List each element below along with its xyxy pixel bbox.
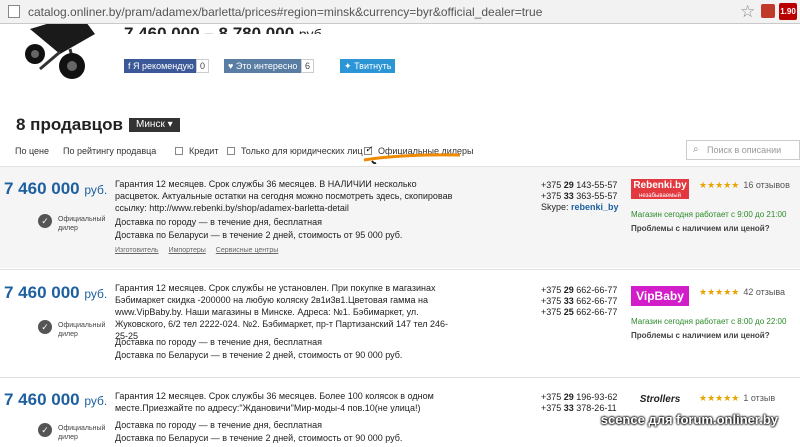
phone-number[interactable]: +375 29 196-93-62 — [541, 392, 617, 403]
phone-number[interactable]: +375 25 662-66-77 — [541, 307, 617, 318]
reviews-count[interactable]: 42 отзыва — [743, 287, 785, 297]
search-icon: ⌕ — [693, 144, 699, 155]
seller-phones: +375 29 662-66-77 +375 33 662-66-77 +375… — [541, 285, 617, 318]
seller-logo[interactable]: Rebenki.by незабываемый — [631, 179, 689, 199]
offer-price[interactable]: 7 460 000 руб. — [4, 179, 107, 199]
report-problem-link[interactable]: Проблемы с наличием или ценой? — [631, 331, 770, 340]
highlight-stroke — [363, 153, 461, 164]
official-dealer-label: Официальный дилер — [58, 425, 106, 441]
seller-phones: +375 29 196-93-62 +375 33 378-26-11 — [541, 392, 617, 414]
checkbox-legal[interactable] — [227, 147, 235, 155]
sort-by-price[interactable]: По цене — [15, 146, 49, 156]
phone-number[interactable]: +375 29 143-55-57 — [541, 180, 619, 191]
facebook-icon: f — [128, 61, 131, 71]
phone-number[interactable]: +375 33 363-55-57 — [541, 191, 619, 202]
vk-count: 6 — [301, 59, 315, 73]
store-hours: Магазин сегодня работает с 9:00 до 21:00 — [631, 210, 787, 219]
offer-description: Гарантия 12 месяцев. Срок службы не уста… — [115, 283, 449, 341]
filter-legal[interactable]: Только для юридических лиц — [227, 146, 363, 156]
twitter-icon: ✦ — [344, 61, 352, 71]
extension-badge[interactable]: 1.90 — [779, 3, 797, 20]
reviews-count[interactable]: 16 отзывов — [743, 180, 790, 190]
offer-price[interactable]: 7 460 000 руб. — [4, 390, 107, 410]
product-price-range: 7 460 000 – 8 780 000 руб. — [124, 24, 326, 34]
delivery-country: Доставка по Беларуси — в течение 2 дней,… — [115, 433, 403, 443]
sellers-title: 8 продавцов — [16, 115, 123, 134]
official-dealer-icon: ✓ — [38, 423, 52, 437]
offer-price[interactable]: 7 460 000 руб. — [4, 283, 107, 303]
seller-rating[interactable]: ★★★★★ 16 отзывов — [699, 180, 790, 191]
facebook-like-button[interactable]: f Я рекомендую — [124, 59, 198, 73]
seller-logo[interactable]: VipBaby — [631, 286, 689, 306]
phone-number[interactable]: +375 33 662-66-77 — [541, 296, 617, 307]
offer-description: Гарантия 12 месяцев. Срок службы 36 меся… — [115, 179, 453, 213]
facebook-count: 0 — [196, 59, 210, 73]
seller-phones: +375 29 143-55-57 +375 33 363-55-57 Skyp… — [541, 180, 619, 213]
url-field[interactable]: catalog.onliner.by/pram/adamex/barletta/… — [28, 5, 542, 19]
seller-logo[interactable]: Strollers — [631, 390, 689, 410]
city-selector[interactable]: Минск ▾ — [129, 118, 180, 132]
delivery-country: Доставка по Беларуси — в течение 2 дней,… — [115, 350, 403, 360]
offer-links: Изготовитель Импортеры Сервисные центры — [115, 247, 288, 254]
seller-rating[interactable]: ★★★★★ 1 отзыв — [699, 393, 775, 404]
report-problem-link[interactable]: Проблемы с наличием или ценой? — [631, 224, 770, 233]
importers-link[interactable]: Импортеры — [169, 247, 206, 254]
reviews-count[interactable]: 1 отзыв — [743, 393, 775, 403]
offer-row: 7 460 000 руб. ✓ Официальный дилер Гаран… — [0, 166, 800, 268]
description-search-input[interactable]: ⌕ Поиск в описании — [686, 140, 800, 160]
extension-icon[interactable] — [761, 4, 775, 18]
delivery-city: Доставка по городу — в течение дня, бесп… — [115, 420, 322, 430]
offer-description: Гарантия 12 месяцев. Срок службы 36 меся… — [115, 391, 434, 413]
vk-like-button[interactable]: ♥ Это интересно — [224, 59, 302, 73]
phone-number[interactable]: +375 29 662-66-77 — [541, 285, 617, 296]
filter-credit[interactable]: Кредит — [175, 146, 218, 156]
page-icon — [8, 5, 20, 18]
chevron-down-icon: ▾ — [167, 119, 173, 130]
sort-by-rating[interactable]: По рейтингу продавца — [63, 146, 156, 156]
delivery-city: Доставка по городу — в течение дня, бесп… — [115, 337, 322, 347]
delivery-country: Доставка по Беларуси — в течение 2 дней,… — [115, 230, 403, 240]
offer-row: 7 460 000 руб. ✓ Официальный дилер Гаран… — [0, 269, 800, 376]
official-dealer-icon: ✓ — [38, 320, 52, 334]
official-dealer-label: Официальный дилер — [58, 322, 106, 338]
product-image[interactable] — [20, 24, 115, 82]
heart-icon: ♥ — [228, 61, 234, 71]
store-hours: Магазин сегодня работает с 8:00 до 22:00 — [631, 317, 787, 326]
service-centers-link[interactable]: Сервисные центры — [216, 247, 279, 254]
checkbox-credit[interactable] — [175, 147, 183, 155]
twitter-button[interactable]: ✦ Твитнуть — [340, 59, 396, 73]
official-dealer-icon: ✓ — [38, 214, 52, 228]
seller-rating[interactable]: ★★★★★ 42 отзыва — [699, 287, 785, 298]
official-dealer-label: Официальный дилер — [58, 216, 106, 232]
skype-contact[interactable]: Skype: rebenki_by — [541, 202, 619, 213]
watermark: scence для forum.onliner.by — [600, 412, 778, 427]
delivery-city: Доставка по городу — в течение дня, бесп… — [115, 217, 322, 227]
manufacturer-link[interactable]: Изготовитель — [115, 247, 159, 254]
bookmark-star-icon[interactable]: ☆ — [740, 2, 755, 22]
address-bar: catalog.onliner.by/pram/adamex/barletta/… — [0, 0, 800, 24]
